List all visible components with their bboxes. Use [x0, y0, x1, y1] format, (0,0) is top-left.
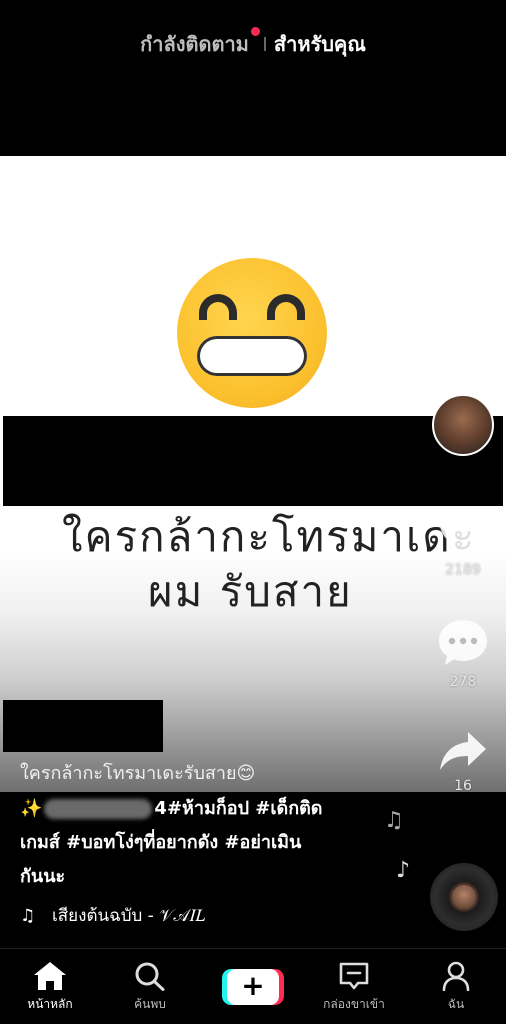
hashtags-line3: กันนะ: [20, 866, 66, 887]
nav-home[interactable]: หน้าหลัก: [0, 961, 100, 1014]
emoji-left-eye: [199, 294, 237, 320]
video-overlay-text-line2: ผม รับสาย: [148, 567, 353, 616]
home-icon: [34, 962, 66, 990]
plus-icon: +: [227, 969, 279, 1005]
nav-me[interactable]: ฉัน: [406, 961, 506, 1014]
comment-count: 278: [449, 674, 477, 690]
inbox-icon: [339, 962, 369, 990]
creator-avatar[interactable]: [432, 394, 494, 456]
profile-icon: [442, 961, 470, 991]
feed-tabs: กำลังติดตาม สำหรับคุณ: [0, 26, 506, 60]
redacted-username: [3, 700, 163, 752]
caption-title: ใครกล้ากะโทรมาเดะรับสาย😊: [20, 763, 256, 784]
floating-music-note-icon: ♪: [396, 858, 411, 883]
tab-for-you[interactable]: สำหรับคุณ: [274, 28, 366, 60]
like-count: 2189: [445, 562, 481, 578]
floating-music-note-icon: ♫: [384, 808, 404, 833]
hashtags-line2: เกมส์ #บอทโง่ๆที่อยากดัง #อย่าเมิน: [20, 832, 302, 853]
grinning-emoji-image: [177, 258, 327, 408]
share-arrow-icon: [440, 732, 486, 770]
hashtags-line1: 4#ห้ามก็อป #เด็กติด: [154, 798, 323, 819]
emoji-mouth: [197, 336, 307, 376]
comment-icon: [439, 620, 487, 665]
emoji-right-eye: [267, 294, 305, 320]
nav-home-label: หน้าหลัก: [27, 997, 73, 1011]
like-button[interactable]: 2189: [432, 510, 494, 578]
sparkle-icon: ✨: [20, 798, 43, 819]
sound-disc-avatar[interactable]: [430, 863, 498, 931]
bottom-navigation: หน้าหลัก ค้นพบ + กล่องขาเข้า ฉัน: [0, 948, 506, 1024]
share-button[interactable]: 16: [432, 730, 494, 794]
sound-link[interactable]: ♫ เสียงต้นฉบับ - 𝒱𝒜𝐼𝐿: [20, 902, 205, 929]
nav-inbox-label: กล่องขาเข้า: [323, 997, 385, 1011]
tab-divider: [263, 37, 266, 51]
blurred-text: [44, 799, 153, 819]
redacted-band: [3, 416, 503, 506]
search-icon: [135, 962, 165, 991]
comment-button[interactable]: 278: [432, 618, 494, 690]
caption-hashtags[interactable]: ✨ 4#ห้ามก็อป #เด็กติด เกมส์ #บอทโง่ๆที่อย…: [20, 792, 360, 894]
sound-name: เสียงต้นฉบับ - 𝒱𝒜𝐼𝐿: [52, 906, 206, 926]
nav-inbox[interactable]: กล่องขาเข้า: [304, 961, 404, 1014]
heart-icon: [440, 512, 486, 554]
nav-discover-label: ค้นพบ: [134, 997, 166, 1011]
create-button[interactable]: +: [222, 969, 284, 1005]
top-bar: กำลังติดตาม สำหรับคุณ: [0, 0, 506, 156]
notification-dot: [250, 26, 260, 36]
nav-discover[interactable]: ค้นพบ: [100, 961, 200, 1014]
music-note-icon: ♫: [20, 906, 36, 926]
tab-following[interactable]: กำลังติดตาม: [140, 28, 249, 60]
nav-me-label: ฉัน: [447, 997, 465, 1011]
